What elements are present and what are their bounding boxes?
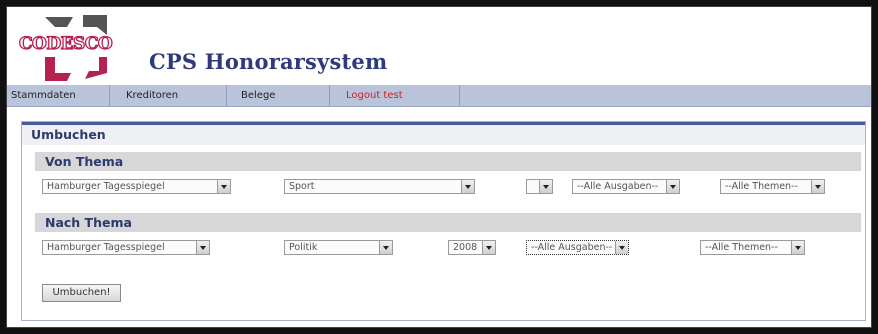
codesco-logo: CODESCO <box>15 13 135 81</box>
von-publication-value: Hamburger Tagesspiegel <box>47 181 165 192</box>
umbuchen-button[interactable]: Umbuchen! <box>42 284 121 302</box>
nav-item-stammdaten[interactable]: Stammdaten <box>7 85 110 106</box>
svg-text:CODESCO: CODESCO <box>19 34 113 54</box>
nach-year-select[interactable]: 2008 <box>448 240 496 255</box>
chevron-down-icon <box>539 180 552 193</box>
von-topic-select[interactable]: Sport <box>284 179 475 194</box>
chevron-down-icon <box>666 180 679 193</box>
von-issues-select[interactable]: --Alle Ausgaben-- <box>572 179 680 194</box>
nach-topic-select[interactable]: Politik <box>284 240 393 255</box>
von-publication-select[interactable]: Hamburger Tagesspiegel <box>42 179 231 194</box>
nach-issues-select[interactable]: --Alle Ausgaben-- <box>526 240 629 255</box>
nav-item-belege[interactable]: Belege <box>227 85 330 106</box>
main-nav: Stammdaten Kreditoren Belege Logout test <box>7 85 871 107</box>
section-von-thema: Von Thema <box>35 152 861 171</box>
nach-themes-select[interactable]: --Alle Themen-- <box>700 240 805 255</box>
nach-publication-value: Hamburger Tagesspiegel <box>47 242 165 253</box>
chevron-down-icon <box>482 241 495 254</box>
header: CODESCO CPS Honorarsystem <box>7 7 871 85</box>
app-title: CPS Honorarsystem <box>149 49 388 74</box>
nach-issues-value: --Alle Ausgaben-- <box>531 242 613 253</box>
umbuchen-panel: Umbuchen Von Thema Hamburger Tagesspiege… <box>21 121 866 321</box>
chevron-down-icon <box>461 180 474 193</box>
von-issues-value: --Alle Ausgaben-- <box>577 181 659 192</box>
app-window: CODESCO CPS Honorarsystem Stammdaten Kre… <box>6 6 872 328</box>
nav-item-logout[interactable]: Logout test <box>330 85 460 106</box>
chevron-down-icon <box>811 180 824 193</box>
nav-item-kreditoren[interactable]: Kreditoren <box>110 85 227 106</box>
nach-themes-value: --Alle Themen-- <box>705 242 778 253</box>
chevron-down-icon <box>791 241 804 254</box>
von-topic-value: Sport <box>289 181 315 192</box>
panel-title: Umbuchen <box>22 125 865 145</box>
section-nach-thema: Nach Thema <box>35 213 861 232</box>
von-themes-value: --Alle Themen-- <box>725 181 798 192</box>
chevron-down-icon <box>196 241 209 254</box>
von-year-select[interactable] <box>526 179 553 194</box>
chevron-down-icon <box>379 241 392 254</box>
von-themes-select[interactable]: --Alle Themen-- <box>720 179 825 194</box>
chevron-down-icon <box>217 180 230 193</box>
nach-publication-select[interactable]: Hamburger Tagesspiegel <box>42 240 210 255</box>
nach-topic-value: Politik <box>289 242 318 253</box>
chevron-down-icon <box>615 241 628 254</box>
